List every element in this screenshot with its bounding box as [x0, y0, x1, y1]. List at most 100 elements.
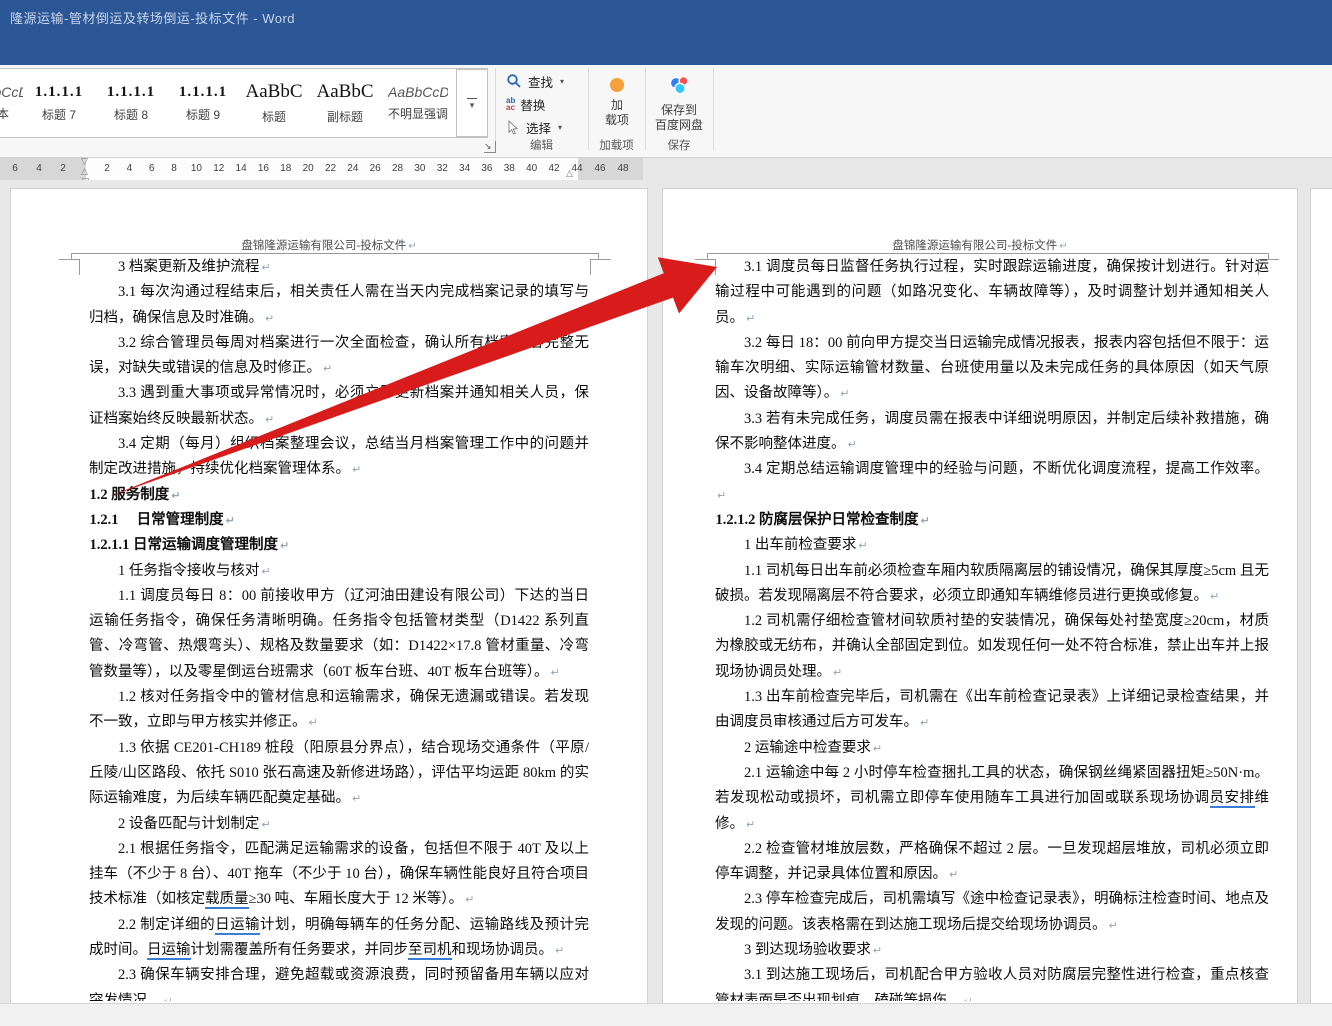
ruler-number: 40 [526, 163, 538, 174]
ruler-number: 20 [302, 163, 314, 174]
paragraph-mark: ↵ [171, 488, 181, 502]
paragraph-mark: ↵ [164, 995, 173, 1001]
style-gallery-item[interactable]: 1.1.1.1 标题 8 [95, 69, 167, 137]
paragraph-mark: ↵ [858, 539, 868, 553]
ruler-number: 24 [347, 163, 359, 174]
select-label: 选择 [526, 121, 552, 136]
addins-button[interactable]: 加 载项 [586, 70, 648, 146]
page-next-sliver[interactable] [1310, 188, 1332, 1003]
paragraph-mark: ↵ [352, 463, 362, 477]
paragraph: 1.1 司机每日出车前必须检查车厢内软质隔离层的铺设情况，确保其厚度≥5cm 且… [715, 562, 1269, 604]
paragraph-mark: ↵ [840, 387, 850, 401]
replace-button[interactable]: ab ac 替换 [506, 93, 545, 115]
ruler-number: 46 [594, 163, 606, 174]
ruler-number: 38 [503, 163, 515, 174]
ruler-number: 18 [280, 163, 292, 174]
search-icon [507, 74, 521, 88]
paragraph: 3.3 遇到重大事项或异常情况时，必须立即更新档案并通知相关人员，保证档案始终反… [89, 385, 589, 427]
paragraph-mark: ↵ [1210, 589, 1220, 603]
paragraph: 3.1 到达施工现场后，司机配合甲方验收人员对防腐层完整性进行检查，重点核查管材… [715, 963, 1269, 1001]
dialog-launcher-icon[interactable]: ↘ [484, 141, 496, 153]
paragraph: 1 任务指令接收与核对 ↵ [118, 562, 271, 579]
horizontal-ruler[interactable]: ▽ △ ▭ △ 6 4 2 2 4 6 8 10 12 14 16 18 20 22 24 26 28 30 32 3… [0, 157, 1332, 184]
save-to-baidu-button[interactable]: 保存到 百度网盘 [648, 70, 710, 146]
save-group-label: 保存 [667, 140, 691, 152]
paragraph-mark: ↵ [872, 741, 883, 755]
ruler-number: 16 [257, 163, 269, 174]
paragraph: 3.2 综合管理员每周对档案进行一次全面检查，确认所有档案内容完整无误，对缺失或… [89, 334, 589, 377]
paragraph-mark: ↵ [261, 817, 271, 831]
paragraph-mark: ↵ [746, 817, 756, 831]
paragraph: 1 出车前检查要求 ↵ [744, 537, 868, 554]
style-gallery[interactable]: AaBbCcDdE文本1.1.1.1标题 71.1.1.1标题 81.1.1.1… [0, 68, 488, 138]
style-preview: AaBbC [316, 81, 374, 102]
paragraph: 3.1 每次沟通过程结束后，相关责任人需在当天内完成档案记录的填写与归档，确保信… [89, 284, 589, 326]
paragraph: 3 到达现场验收要求 ↵ [744, 942, 883, 959]
replace-label: 替换 [520, 98, 546, 113]
paragraph: 2.1 根据任务指令，匹配满足运输需求的设备，包括但不限于 40T 及以上挂车（… [89, 840, 589, 910]
ruler-right-margin [578, 158, 643, 180]
paragraph-mark: ↵ [1108, 918, 1118, 932]
style-label: 标题 8 [113, 107, 148, 122]
style-gallery-more-button[interactable]: ▾ [456, 69, 488, 137]
style-gallery-item[interactable]: 1.1.1.1 标题 7 [23, 69, 95, 137]
chevron-down-icon: ▾ [560, 76, 565, 86]
margin-crop-mark [59, 259, 80, 275]
paragraph: 3.4 定期（每月）组织档案整理会议，总结当月档案管理工作中的问题并制定改进措施… [89, 436, 589, 478]
ruler-number: 22 [324, 163, 337, 174]
style-label: 副标题 [326, 110, 363, 124]
margin-crop-mark [590, 259, 611, 275]
grammar-underlined-text: 日运输 [147, 942, 191, 961]
grammar-underlined-text: 日运输 [215, 916, 261, 935]
style-gallery-item[interactable]: AaBbC 副标题 [309, 69, 381, 137]
group-separator [713, 68, 714, 150]
ruler-number: 8 [171, 163, 177, 174]
paragraph: 1.1 调度员每日 8：00 前接收甲方（辽河油田建设有限公司）下达的当日运输任… [89, 587, 589, 680]
paragraph-mark: ↵ [323, 362, 333, 376]
ruler-number: 2 [60, 163, 66, 174]
style-gallery-item[interactable]: AaBbC 标题 [239, 69, 309, 137]
chevron-down-icon: ▾ [558, 122, 563, 132]
style-gallery-item[interactable]: AaBbCcDdE 文本 [0, 69, 23, 137]
margin-crop-mark [695, 259, 716, 275]
ruler-number: 4 [126, 163, 133, 174]
gallery-more-caret: ▾ [469, 99, 475, 110]
style-gallery-item[interactable]: 1.1.1.1 标题 9 [167, 69, 239, 137]
baidu-netdisk-icon [669, 75, 689, 95]
paragraph-mark: ↵ [465, 893, 475, 907]
page-right-content[interactable]: 3.1 调度员每日监督任务执行过程，实时跟踪运输进度，确保按计划进行。针对运输过… [715, 255, 1269, 1001]
heading-paragraph: .2.1.2.1.1 日常运输调度管理制度 ↵ [89, 537, 290, 554]
paragraph-mark: ↵ [225, 513, 235, 527]
paragraph: 3 档案更新及维护流程 ↵ [118, 259, 271, 275]
cursor-icon [508, 119, 519, 135]
paragraph: 3.2 每日 18：00 前向甲方提交当日运输完成情况报表，报表内容包括但不限于… [715, 334, 1269, 402]
style-preview: 1.1.1.1 [178, 83, 228, 100]
title-bar: 隆源运输-管材倒运及转场倒运-投标文件 - Word [0, 0, 1332, 65]
page-right[interactable]: 盘锦隆源运输有限公司-投标文件 ↵ 3.1 调度员每日监督任务执行过程，实时跟踪运… [662, 188, 1298, 1003]
grammar-underlined-text: 载质量 [205, 891, 249, 910]
ruler-number: 2 [104, 163, 110, 174]
paragraph: 3.1 调度员每日监督任务执行过程，实时跟踪运输进度，确保按计划进行。针对运输过… [715, 259, 1269, 326]
paragraph-mark: ↵ [308, 716, 318, 730]
find-button[interactable]: 查找 ▾ [506, 70, 564, 92]
grammar-underlined-text: 至司机 [408, 942, 452, 961]
ruler-number: 28 [391, 163, 404, 174]
style-preview: AaBbCcDdE [0, 84, 23, 100]
addins-button-label: 加 载项 [604, 98, 629, 127]
page-left-content[interactable]: 3 档案更新及维护流程 ↵ 3.1 每次沟通过程结束后，相关责任人需在当天内完成档案… [89, 255, 589, 1001]
heading-paragraph: .2.1.2 服务制度↵ [89, 486, 181, 503]
page-left[interactable]: 盘锦隆源运输有限公司-投标文件 ↵ 3 档案更新及维护流程 ↵ 3.1 每次沟通过程结… [10, 188, 648, 1003]
paragraph: 2.3 停车检查完成后，司机需填写《途中检查记录表》，明确标注检查时间、地点及发… [715, 891, 1269, 933]
paragraph-mark: ↵ [717, 488, 727, 502]
ruler-number: 10 [190, 163, 202, 174]
addin-dot-icon [610, 78, 624, 92]
document-area: 盘锦隆源运输有限公司-投标文件 ↵ 3 档案更新及维护流程 ↵ 3.1 每次沟通过程结… [0, 180, 1332, 1003]
ruler-number: 6 [148, 163, 155, 174]
gallery-more-icon [467, 97, 477, 99]
grammar-underlined-text: 员安排 [1209, 790, 1255, 809]
style-gallery-item[interactable]: AaBbCcD 不明显强调 [381, 69, 455, 137]
addins-group-label: 加载项 [599, 140, 634, 152]
first-line-indent-marker[interactable]: ▽ [81, 157, 88, 166]
select-button[interactable]: 选择 ▾ [506, 116, 562, 138]
ruler-number: 34 [459, 163, 471, 174]
